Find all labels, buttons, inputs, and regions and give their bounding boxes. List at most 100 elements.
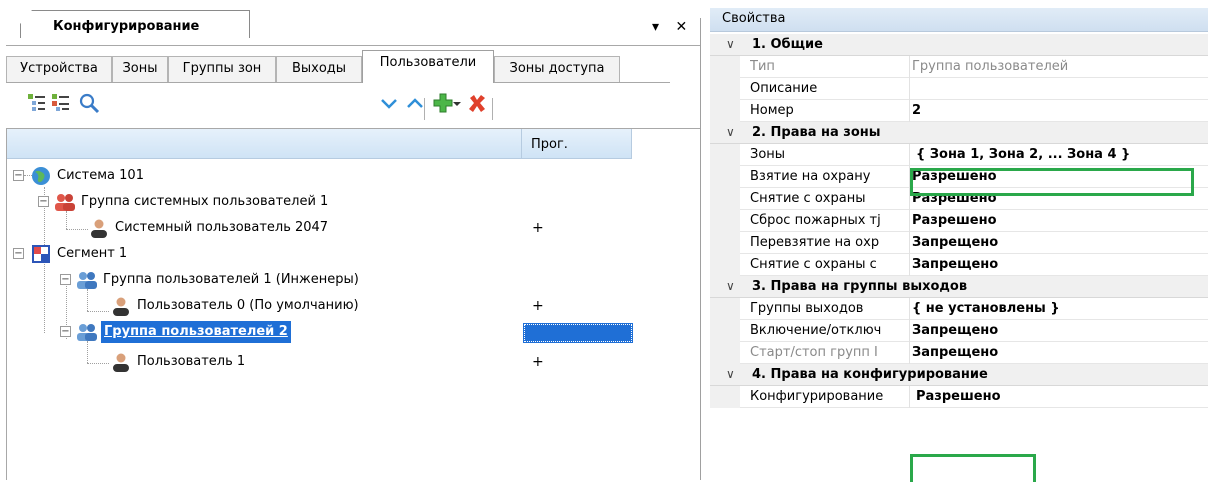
column-separator[interactable] xyxy=(909,298,910,320)
tree-node-user-group-2[interactable]: − Группа пользователей 2 xyxy=(7,320,521,344)
properties-title-bar: Свойства xyxy=(710,8,1208,32)
tree-node-label: Пользователь 0 (По умолчанию) xyxy=(137,298,359,313)
chevron-down-icon[interactable]: ∨ xyxy=(726,125,735,139)
chevron-down-icon[interactable]: ∨ xyxy=(726,279,735,293)
tab-devices[interactable]: Устройства xyxy=(6,56,112,82)
tree-node-label: Системный пользователь 2047 xyxy=(115,220,329,235)
column-separator[interactable] xyxy=(909,78,910,100)
property-value[interactable]: Запрещено xyxy=(912,323,998,338)
property-name: Старт/стоп групп I xyxy=(750,345,878,360)
tabstrip-baseline xyxy=(6,82,670,83)
tree-node-system-user[interactable]: Системный пользователь 2047 + xyxy=(7,217,627,239)
category-general[interactable]: ∨ 1. Общие xyxy=(710,34,1208,56)
tree-node-user-1[interactable]: Пользователь 1 + xyxy=(7,351,627,373)
property-value[interactable]: Запрещено xyxy=(912,345,998,360)
property-value[interactable]: Разрешено xyxy=(912,213,997,228)
tab-outputs[interactable]: Выходы xyxy=(276,56,362,82)
collapse-toggle-icon[interactable]: − xyxy=(13,248,24,259)
tab-zone-groups[interactable]: Группы зон xyxy=(168,56,276,82)
property-name: Описание xyxy=(750,81,818,96)
property-row-rearming[interactable]: Перевзятие на охр Запрещено xyxy=(710,232,1208,254)
move-up-icon[interactable] xyxy=(404,92,426,114)
property-row-description[interactable]: Описание xyxy=(710,78,1208,100)
property-name: Группы выходов xyxy=(750,301,864,316)
tab-zones[interactable]: Зоны xyxy=(112,56,168,82)
configuration-panel: Конфигурирование ▾ ✕ Устройства Зоны Гру… xyxy=(0,0,704,480)
add-icon[interactable] xyxy=(432,92,454,114)
close-icon[interactable]: ✕ xyxy=(675,19,693,35)
configuration-highlight-box xyxy=(910,454,1036,482)
category-output-group-rights[interactable]: ∨ 3. Права на группы выходов xyxy=(710,276,1208,298)
tab-access-zones[interactable]: Зоны доступа xyxy=(494,56,620,82)
tree-node-label: Группа пользователей 2 xyxy=(100,320,292,344)
property-row-start-stop[interactable]: Старт/стоп групп I Запрещено xyxy=(710,342,1208,364)
column-separator[interactable] xyxy=(909,232,910,254)
tab-label: Группы зон xyxy=(182,61,262,76)
globe-icon xyxy=(32,167,50,185)
row-gutter xyxy=(710,78,740,100)
tree-node-label: Система 101 xyxy=(57,168,144,183)
tab-label: Зоны xyxy=(122,61,158,76)
row-gutter xyxy=(710,298,740,320)
property-value[interactable]: { не установлены } xyxy=(912,301,1060,316)
expand-all-icon[interactable] xyxy=(26,92,48,114)
property-value[interactable]: 2 xyxy=(912,103,921,118)
toolbar-separator xyxy=(492,98,493,120)
column-separator[interactable] xyxy=(909,144,910,166)
column-separator[interactable] xyxy=(909,56,910,78)
property-row-type[interactable]: Тип Группа пользователей xyxy=(710,56,1208,78)
tree-node-user-group-1[interactable]: − Группа пользователей 1 (Инженеры) xyxy=(7,269,627,291)
tree-node-segment[interactable]: − Сегмент 1 xyxy=(7,243,627,265)
category-label: 1. Общие xyxy=(752,37,823,52)
column-separator[interactable] xyxy=(909,342,910,364)
tab-label: Выходы xyxy=(291,61,347,76)
property-row-fire-reset[interactable]: Сброс пожарных тј Разрешено xyxy=(710,210,1208,232)
property-row-disarming-with[interactable]: Снятие с охраны с Запрещено xyxy=(710,254,1208,276)
tab-users[interactable]: Пользователи xyxy=(362,50,494,83)
tree-node-system[interactable]: − Система 101 xyxy=(7,165,627,187)
column-separator[interactable] xyxy=(909,100,910,122)
chevron-down-icon[interactable]: ∨ xyxy=(726,37,735,51)
search-icon[interactable] xyxy=(78,92,100,114)
prog-column-header[interactable]: Прог. xyxy=(531,137,568,152)
category-configuration-rights[interactable]: ∨ 4. Права на конфигурирование xyxy=(710,364,1208,386)
dropdown-arrow-icon[interactable] xyxy=(452,92,462,114)
category-zone-rights[interactable]: ∨ 2. Права на зоны xyxy=(710,122,1208,144)
column-separator[interactable] xyxy=(909,210,910,232)
move-down-icon[interactable] xyxy=(378,92,400,114)
chevron-down-icon[interactable]: ∨ xyxy=(726,367,735,381)
column-separator[interactable] xyxy=(521,129,522,159)
property-row-enable-disable[interactable]: Включение/отключ Запрещено xyxy=(710,320,1208,342)
row-gutter xyxy=(710,144,740,166)
column-separator[interactable] xyxy=(631,129,632,159)
delete-icon[interactable] xyxy=(466,92,488,114)
property-row-output-groups[interactable]: Группы выходов { не установлены } xyxy=(710,298,1208,320)
property-value[interactable]: Запрещено xyxy=(912,257,998,272)
property-row-number[interactable]: Номер 2 xyxy=(710,100,1208,122)
pane-menu-icon[interactable]: ▾ xyxy=(652,19,665,35)
selected-prog-cell[interactable] xyxy=(523,323,633,343)
property-row-zones[interactable]: Зоны { Зона 1, Зона 2, ... Зона 4 } xyxy=(710,144,1208,166)
collapse-toggle-icon[interactable]: − xyxy=(60,326,71,337)
property-value[interactable]: Запрещено xyxy=(912,235,998,250)
column-separator[interactable] xyxy=(909,254,910,276)
row-gutter xyxy=(710,56,740,78)
panel-splitter[interactable] xyxy=(700,18,701,480)
category-label: 2. Права на зоны xyxy=(752,125,881,140)
collapse-all-icon[interactable] xyxy=(50,92,72,114)
property-value[interactable]: Разрешено xyxy=(916,389,1001,404)
tree-node-label: Группа пользователей 1 (Инженеры) xyxy=(103,272,359,287)
column-separator[interactable] xyxy=(909,386,910,408)
column-separator[interactable] xyxy=(909,320,910,342)
property-value[interactable]: { Зона 1, Зона 2, ... Зона 4 } xyxy=(916,147,1130,162)
collapse-toggle-icon[interactable]: − xyxy=(60,274,71,285)
tree-node-system-users-group[interactable]: − Группа системных пользователей 1 xyxy=(7,191,627,213)
property-name: Конфигурирование xyxy=(750,389,884,404)
collapse-toggle-icon[interactable]: − xyxy=(38,196,49,207)
tree-toolbar xyxy=(6,86,700,124)
tree-node-user-0[interactable]: Пользователь 0 (По умолчанию) + xyxy=(7,295,627,317)
property-name: Включение/отключ xyxy=(750,323,882,338)
property-name: Тип xyxy=(750,59,775,74)
collapse-toggle-icon[interactable]: − xyxy=(13,170,24,181)
property-row-configuration[interactable]: Конфигурирование Разрешено xyxy=(710,386,1208,408)
